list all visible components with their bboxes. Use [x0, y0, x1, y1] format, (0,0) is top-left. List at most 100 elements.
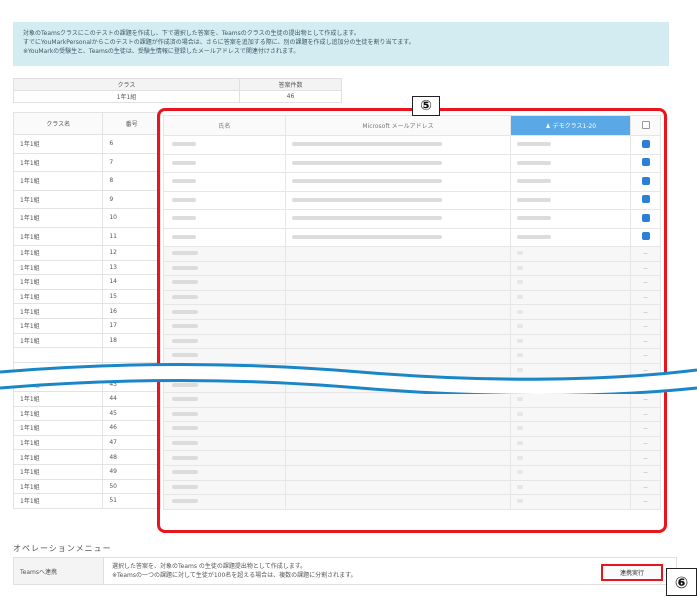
info-line-3: ※YouMarkの受験生と、Teamsの生徒は、受験生情報に登録したメールアドレ…	[23, 48, 300, 55]
info-box: 対象のTeamsクラスにこのテストの課題を作成し、下で選択した答案を、Teams…	[13, 22, 669, 66]
row-select-cell[interactable]: --	[630, 391, 661, 408]
teams-student-cell	[510, 227, 632, 247]
row-select-cell[interactable]	[630, 190, 661, 210]
table-row: 1年1組 51	[12, 493, 161, 509]
class-name-cell: 1年1組	[12, 317, 104, 334]
row-select-cell[interactable]	[630, 227, 661, 247]
class-name-cell: 1年1組	[12, 208, 104, 228]
table-row[interactable]: --	[163, 333, 661, 350]
table-row[interactable]	[163, 153, 661, 173]
row-select-cell[interactable]: --	[630, 406, 661, 423]
row-checkbox[interactable]	[641, 213, 650, 222]
class-name-cell: 1年1組	[12, 420, 104, 436]
operation-desc-line-2: ※Teamsの一つの課題に対して生徒が100名を超える場合は、複数の課題に分割さ…	[112, 572, 357, 579]
student-name-cell	[163, 135, 286, 155]
row-select-cell[interactable]	[630, 153, 661, 173]
table-row: 1年1組 49	[12, 463, 161, 480]
row-checkbox[interactable]	[641, 176, 650, 185]
row-select-cell[interactable]: --	[630, 333, 661, 350]
class-name-cell: 1年1組	[12, 288, 104, 305]
number-header: 番号	[102, 112, 161, 135]
row-select-cell[interactable]	[630, 209, 661, 229]
table-row: 1年1組 48	[12, 449, 161, 465]
table-row[interactable]: --	[163, 494, 661, 510]
table-row[interactable]: --	[163, 391, 661, 408]
student-name-cell	[163, 275, 286, 291]
row-empty-mark: --	[643, 410, 648, 418]
row-checkbox[interactable]	[641, 195, 650, 204]
table-row[interactable]: --	[163, 275, 661, 291]
class-name-cell: 1年1組	[12, 449, 104, 465]
number-cell: 10	[102, 208, 161, 228]
table-row[interactable]	[163, 135, 661, 155]
select-all-header[interactable]	[630, 115, 661, 136]
table-row[interactable]: --	[163, 260, 661, 277]
row-select-cell[interactable]: --	[630, 450, 661, 466]
class-name-cell: 1年1組	[12, 405, 104, 422]
row-select-cell[interactable]: --	[630, 275, 661, 291]
summary-count-value: 46	[239, 90, 342, 103]
link-execute-button[interactable]: 連携実行	[601, 564, 663, 581]
select-all-checkbox[interactable]	[641, 120, 650, 129]
student-name-cell	[163, 289, 286, 306]
row-select-cell[interactable]: --	[630, 289, 661, 306]
table-row[interactable]	[163, 209, 661, 229]
student-name-cell	[163, 333, 286, 350]
email-cell	[284, 421, 512, 437]
table-row: 1年1組 15	[12, 288, 161, 305]
class-name-header: クラス名	[12, 112, 104, 135]
email-cell	[284, 333, 512, 350]
row-checkbox[interactable]	[641, 158, 650, 167]
table-row[interactable]: --	[163, 464, 661, 481]
operation-description: 選択した答案を、対象のTeams の生徒の課題提出物として作成します。 ※Tea…	[103, 557, 677, 585]
table-row: 1年1組 17	[12, 317, 161, 334]
number-cell: 6	[102, 134, 161, 154]
table-row[interactable]: --	[163, 406, 661, 423]
row-select-cell[interactable]: --	[630, 421, 661, 437]
table-row[interactable]: --	[163, 435, 661, 452]
table-row: 1年1組 45	[12, 405, 161, 422]
row-select-cell[interactable]: --	[630, 304, 661, 320]
row-select-cell[interactable]	[630, 135, 661, 155]
table-row[interactable]: --	[163, 421, 661, 437]
class-name-cell: 1年1組	[12, 303, 104, 319]
table-row[interactable]: --	[163, 479, 661, 496]
table-row[interactable]	[163, 227, 661, 247]
row-empty-mark: --	[643, 308, 648, 316]
number-cell: 47	[102, 434, 161, 451]
row-empty-mark: --	[643, 396, 648, 404]
table-row[interactable]	[163, 172, 661, 192]
table-row[interactable]: --	[163, 289, 661, 306]
teams-student-cell	[510, 391, 632, 408]
number-cell: 17	[102, 317, 161, 334]
table-row[interactable]: --	[163, 318, 661, 335]
row-select-cell[interactable]: --	[630, 246, 661, 262]
row-checkbox[interactable]	[641, 139, 650, 148]
table-row[interactable]	[163, 190, 661, 210]
table-row[interactable]: --	[163, 246, 661, 262]
row-select-cell[interactable]: --	[630, 464, 661, 481]
row-empty-mark: --	[643, 264, 648, 272]
table-row[interactable]: --	[163, 450, 661, 466]
callout-five: ⑤	[412, 96, 440, 116]
table-row: 1年1組 7	[12, 152, 161, 172]
row-select-cell[interactable]: --	[630, 479, 661, 496]
row-select-cell[interactable]: --	[630, 435, 661, 452]
email-cell	[284, 479, 512, 496]
row-select-cell[interactable]: --	[630, 260, 661, 277]
class-name-cell: 1年1組	[12, 245, 104, 261]
email-cell	[284, 435, 512, 452]
table-row: 1年1組 46	[12, 420, 161, 436]
row-checkbox[interactable]	[641, 232, 650, 241]
number-cell: 15	[102, 288, 161, 305]
teams-class-header[interactable]: ♟ デモクラス1-20	[510, 115, 632, 136]
teams-student-cell	[510, 450, 632, 466]
row-select-cell[interactable]: --	[630, 318, 661, 335]
teams-student-cell	[510, 318, 632, 335]
student-name-cell	[163, 172, 286, 192]
number-cell: 18	[102, 332, 161, 349]
row-select-cell[interactable]: --	[630, 494, 661, 510]
student-name-cell	[163, 209, 286, 229]
table-row[interactable]: --	[163, 304, 661, 320]
row-select-cell[interactable]	[630, 172, 661, 192]
